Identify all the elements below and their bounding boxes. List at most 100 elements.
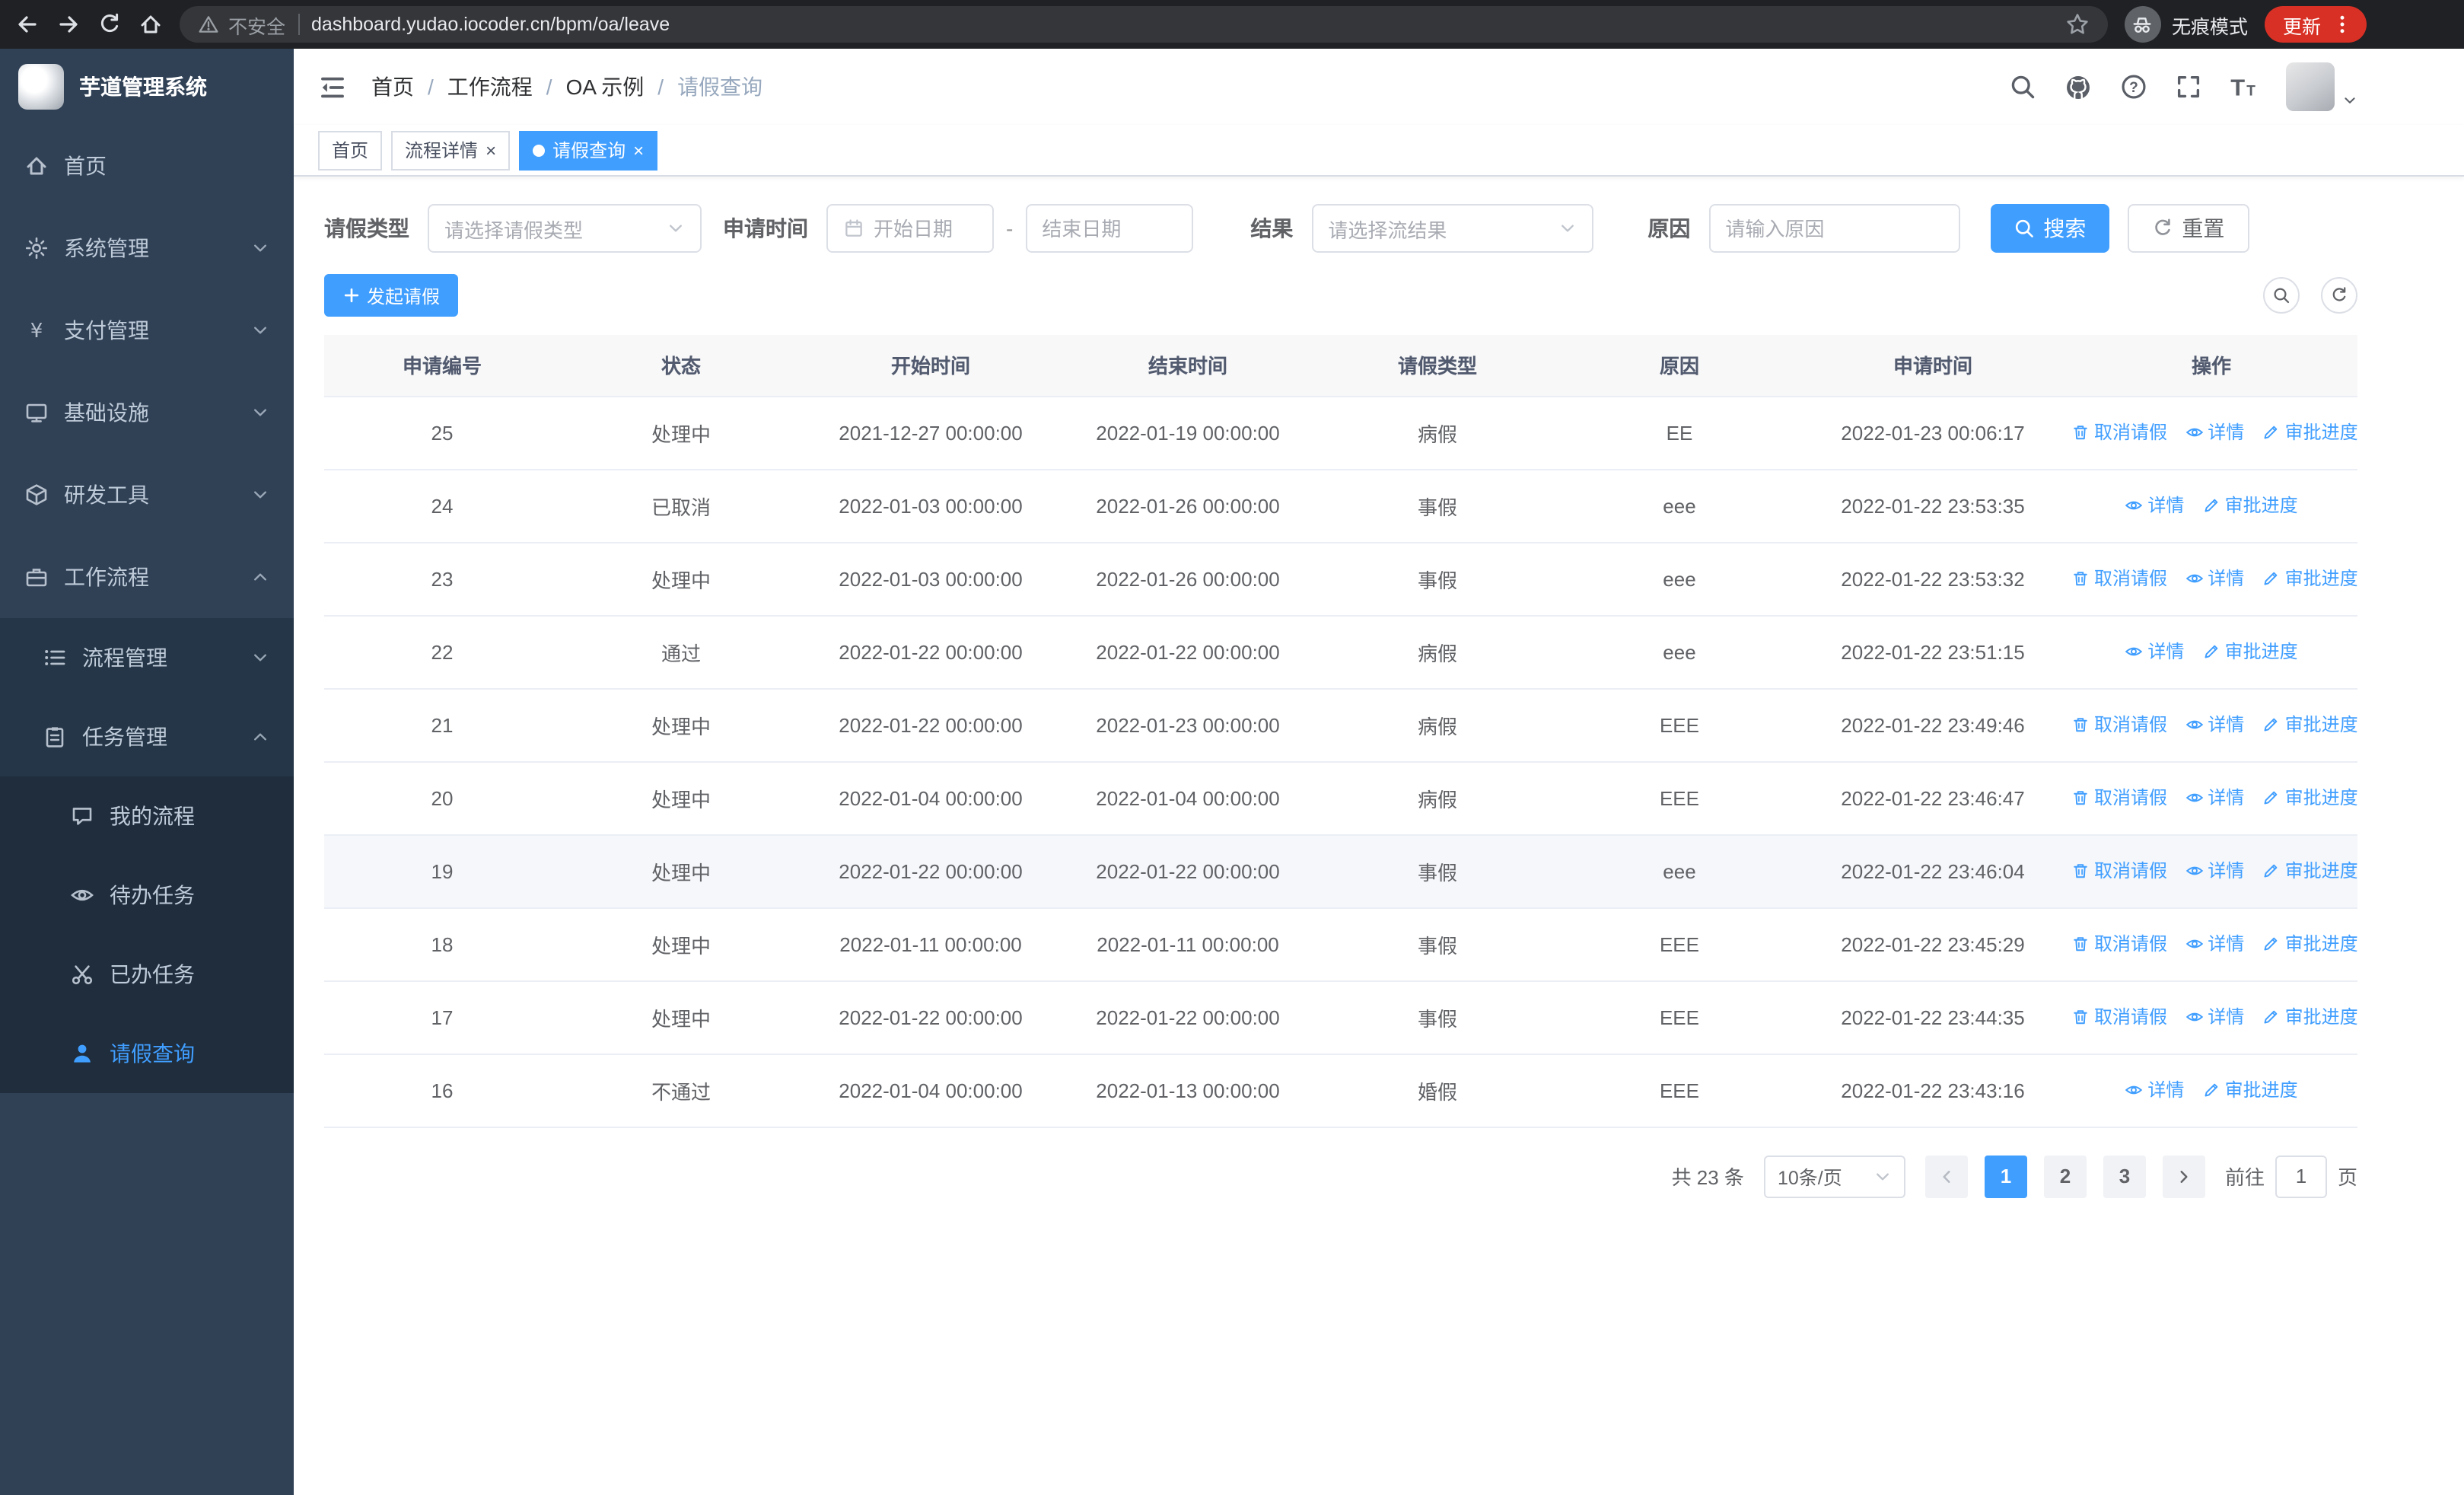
sidebar-item-todo-tasks[interactable]: 待办任务 xyxy=(0,856,294,935)
logo-image xyxy=(18,64,64,110)
browser-chrome: 不安全 dashboard.yudao.iocoder.cn/bpm/oa/le… xyxy=(0,0,2464,49)
cancel-leave-link[interactable]: 取消请假 xyxy=(2071,931,2167,957)
sidebar-item-process-management[interactable]: 流程管理 xyxy=(0,618,294,697)
font-size-icon[interactable] xyxy=(2230,72,2259,101)
address-bar[interactable]: 不安全 dashboard.yudao.iocoder.cn/bpm/oa/le… xyxy=(180,6,2108,43)
tab-close-icon[interactable]: × xyxy=(633,141,644,159)
start-date-field[interactable] xyxy=(874,217,977,240)
cell-status: 处理中 xyxy=(560,761,802,835)
detail-link[interactable]: 详情 xyxy=(2125,1077,2184,1103)
browser-forward-icon[interactable] xyxy=(56,12,81,37)
detail-link[interactable]: 详情 xyxy=(2185,419,2244,445)
sidebar-item-devtools[interactable]: 研发工具 xyxy=(0,454,294,536)
sidebar-item-workflow[interactable]: 工作流程 xyxy=(0,536,294,618)
sidebar-item-infrastructure[interactable]: 基础设施 xyxy=(0,371,294,454)
leave-table-body: 25 处理中 2021-12-27 00:00:00 2022-01-19 00… xyxy=(324,396,2358,1127)
sidebar-item-system[interactable]: 系统管理 xyxy=(0,207,294,289)
approval-progress-link[interactable]: 审批进度 xyxy=(2262,785,2358,811)
approval-progress-link[interactable]: 审批进度 xyxy=(2262,858,2358,884)
tab-leave-query[interactable]: 请假查询 × xyxy=(519,130,658,170)
question-icon[interactable] xyxy=(2120,73,2147,100)
cancel-leave-link[interactable]: 取消请假 xyxy=(2071,785,2167,811)
cancel-leave-link[interactable]: 取消请假 xyxy=(2071,858,2167,884)
detail-link[interactable]: 详情 xyxy=(2185,858,2244,884)
goto-page-input[interactable] xyxy=(2275,1155,2327,1197)
breadcrumb-oa-example[interactable]: OA 示例 xyxy=(566,72,645,102)
approval-progress-link[interactable]: 审批进度 xyxy=(2262,931,2358,957)
detail-link[interactable]: 详情 xyxy=(2185,785,2244,811)
sidebar-item-home[interactable]: 首页 xyxy=(0,125,294,207)
approval-progress-link[interactable]: 审批进度 xyxy=(2262,566,2358,591)
search-icon[interactable] xyxy=(2009,73,2036,100)
page-button-2[interactable]: 2 xyxy=(2043,1155,2087,1197)
leave-type-select[interactable]: 请选择请假类型 xyxy=(428,204,702,253)
approval-progress-link[interactable]: 审批进度 xyxy=(2262,419,2358,445)
breadcrumb-workflow[interactable]: 工作流程 xyxy=(447,72,533,102)
sidebar-item-label: 工作流程 xyxy=(64,565,149,589)
prev-page-button[interactable] xyxy=(1924,1155,1968,1197)
date-range-separator: - xyxy=(1006,216,1014,241)
tab-home[interactable]: 首页 xyxy=(318,130,383,170)
detail-link[interactable]: 详情 xyxy=(2185,1004,2244,1030)
approval-progress-link[interactable]: 审批进度 xyxy=(2202,492,2298,518)
reason-input[interactable] xyxy=(1708,204,1960,253)
sidebar-item-label: 研发工具 xyxy=(64,483,149,507)
page-size-select[interactable]: 10条/页 xyxy=(1763,1155,1905,1197)
github-icon[interactable] xyxy=(2064,72,2093,101)
toggle-search-button[interactable] xyxy=(2263,277,2300,314)
app-logo[interactable]: 芋道管理系统 xyxy=(0,49,294,125)
sidebar-collapse-icon[interactable] xyxy=(318,72,347,101)
sidebar-item-payment[interactable]: 支付管理 xyxy=(0,289,294,371)
page-button-3[interactable]: 3 xyxy=(2103,1155,2146,1197)
search-button[interactable]: 搜索 xyxy=(1990,204,2109,253)
detail-link[interactable]: 详情 xyxy=(2125,639,2184,665)
approval-progress-link[interactable]: 审批进度 xyxy=(2262,712,2358,738)
detail-link[interactable]: 详情 xyxy=(2185,712,2244,738)
sidebar-item-task-management[interactable]: 任务管理 xyxy=(0,697,294,776)
reset-button[interactable]: 重置 xyxy=(2127,204,2249,253)
approval-progress-link[interactable]: 审批进度 xyxy=(2202,639,2298,665)
approval-progress-link[interactable]: 审批进度 xyxy=(2262,1004,2358,1030)
next-page-button[interactable] xyxy=(2162,1155,2205,1197)
cancel-leave-link[interactable]: 取消请假 xyxy=(2071,712,2167,738)
end-date-field[interactable] xyxy=(1042,217,1176,240)
create-leave-button[interactable]: 发起请假 xyxy=(324,274,459,317)
page-button-1[interactable]: 1 xyxy=(1984,1155,2027,1197)
breadcrumb-home[interactable]: 首页 xyxy=(371,72,414,102)
sidebar-item-leave-query[interactable]: 请假查询 xyxy=(0,1014,294,1093)
browser-back-icon[interactable] xyxy=(15,12,40,37)
cell-apply-time: 2022-01-22 23:53:32 xyxy=(1800,542,2065,616)
detail-link[interactable]: 详情 xyxy=(2185,931,2244,957)
detail-link[interactable]: 详情 xyxy=(2125,492,2184,518)
start-date-input[interactable] xyxy=(826,204,994,253)
tab-close-icon[interactable]: × xyxy=(485,141,496,159)
col-apply-id: 申请编号 xyxy=(324,335,560,397)
browser-reload-icon[interactable] xyxy=(97,12,122,37)
refresh-table-button[interactable] xyxy=(2321,277,2357,314)
detail-link[interactable]: 详情 xyxy=(2185,566,2244,591)
browser-home-icon[interactable] xyxy=(138,12,163,37)
end-date-input[interactable] xyxy=(1025,204,1193,253)
result-select[interactable]: 请选择流结果 xyxy=(1311,204,1593,253)
col-reason: 原因 xyxy=(1558,335,1800,397)
user-avatar-menu[interactable] xyxy=(2286,62,2357,111)
cancel-leave-link[interactable]: 取消请假 xyxy=(2071,566,2167,591)
approval-progress-link[interactable]: 审批进度 xyxy=(2202,1077,2298,1103)
browser-menu-kebab-icon[interactable] xyxy=(2332,14,2353,35)
eye-icon xyxy=(2185,935,2203,953)
sidebar-item-label: 待办任务 xyxy=(110,883,195,907)
tab-process-detail[interactable]: 流程详情 × xyxy=(391,130,511,170)
security-chip[interactable]: 不安全 xyxy=(198,10,285,39)
sidebar-item-done-tasks[interactable]: 已办任务 xyxy=(0,935,294,1014)
reason-field[interactable] xyxy=(1725,217,1944,240)
cancel-leave-link[interactable]: 取消请假 xyxy=(2071,419,2167,445)
sidebar-item-my-process[interactable]: 我的流程 xyxy=(0,776,294,856)
browser-update-button[interactable]: 更新 xyxy=(2264,6,2367,43)
bookmark-star-icon[interactable] xyxy=(2065,12,2090,37)
calendar-icon xyxy=(843,218,864,239)
cancel-leave-link[interactable]: 取消请假 xyxy=(2071,1004,2167,1030)
scissors-icon xyxy=(70,962,94,987)
pager: 1 2 3 xyxy=(1924,1155,2205,1197)
fullscreen-icon[interactable] xyxy=(2175,73,2202,100)
pagination-total: 共 23 条 xyxy=(1671,1166,1744,1189)
